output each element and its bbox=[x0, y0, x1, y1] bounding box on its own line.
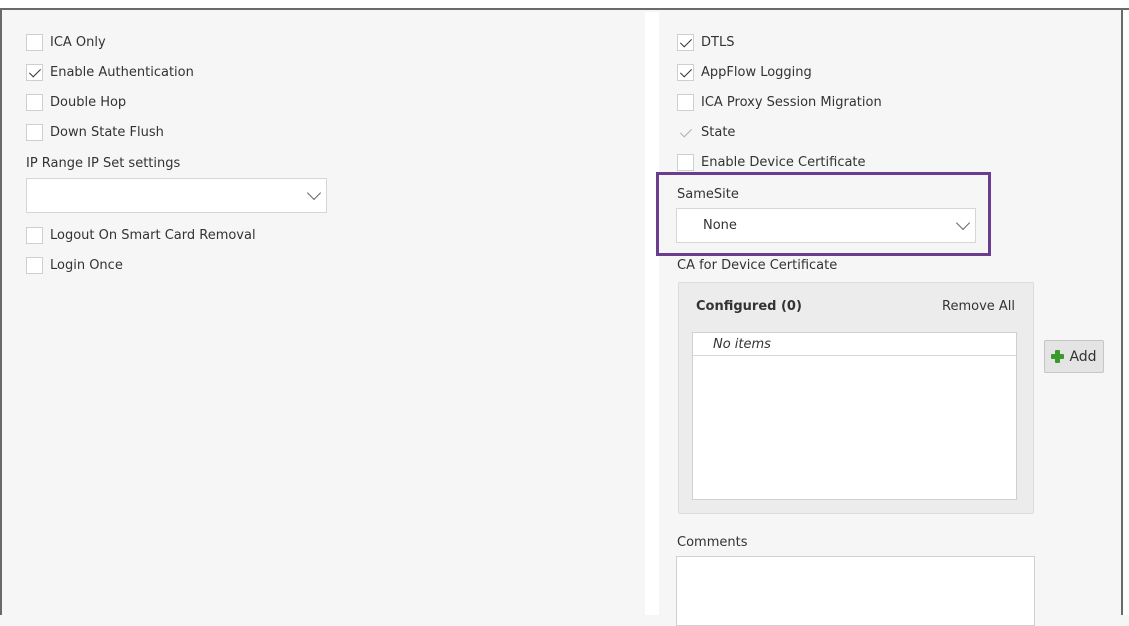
checkbox-row-logout-smart-card[interactable]: Logout On Smart Card Removal bbox=[26, 225, 256, 245]
enable-authentication-label: Enable Authentication bbox=[50, 64, 194, 80]
state-checkbox bbox=[677, 124, 694, 141]
ica-proxy-session-migration-checkbox[interactable] bbox=[677, 93, 694, 111]
down-state-flush-label: Down State Flush bbox=[50, 124, 164, 140]
comments-label: Comments bbox=[677, 535, 748, 550]
double-hop-label: Double Hop bbox=[50, 94, 127, 110]
remove-all-link[interactable]: Remove All bbox=[942, 299, 1015, 314]
ca-device-cert-label: CA for Device Certificate bbox=[677, 258, 838, 273]
checkbox-row-appflow-logging[interactable]: AppFlow Logging bbox=[677, 62, 812, 82]
login-once-label: Login Once bbox=[50, 257, 123, 273]
ica-only-checkbox[interactable] bbox=[26, 33, 43, 51]
configured-items-list[interactable]: No items bbox=[692, 332, 1017, 500]
empty-list-text: No items bbox=[713, 337, 771, 352]
add-button-label: Add bbox=[1069, 348, 1097, 365]
double-hop-checkbox[interactable] bbox=[26, 93, 43, 111]
checkbox-row-dtls[interactable]: DTLS bbox=[677, 32, 734, 52]
enable-device-certificate-checkbox[interactable] bbox=[677, 153, 694, 171]
checkbox-row-double-hop[interactable]: Double Hop bbox=[26, 92, 126, 112]
plus-icon bbox=[1051, 350, 1065, 363]
logout-smart-card-checkbox[interactable] bbox=[26, 226, 43, 244]
down-state-flush-checkbox[interactable] bbox=[26, 123, 43, 141]
checkbox-row-ica-proxy-session-migration[interactable]: ICA Proxy Session Migration bbox=[677, 92, 882, 112]
samesite-label: SameSite bbox=[677, 187, 739, 202]
enable-authentication-checkbox[interactable] bbox=[26, 63, 43, 81]
ip-range-label: IP Range IP Set settings bbox=[26, 156, 181, 171]
samesite-value: None bbox=[703, 218, 737, 233]
window-right-border bbox=[1121, 10, 1129, 615]
comments-textarea[interactable] bbox=[676, 556, 1035, 626]
configured-count-label: Configured (0) bbox=[696, 299, 802, 314]
ica-proxy-session-migration-label: ICA Proxy Session Migration bbox=[701, 94, 882, 110]
ip-range-select[interactable] bbox=[26, 178, 327, 213]
dtls-checkbox[interactable] bbox=[677, 33, 694, 51]
checkbox-row-login-once[interactable]: Login Once bbox=[26, 255, 123, 275]
samesite-select[interactable]: None bbox=[676, 208, 976, 243]
checkbox-row-down-state-flush[interactable]: Down State Flush bbox=[26, 122, 164, 142]
ica-only-label: ICA Only bbox=[50, 34, 106, 50]
enable-device-certificate-label: Enable Device Certificate bbox=[701, 154, 866, 170]
appflow-logging-checkbox[interactable] bbox=[677, 63, 694, 81]
checkbox-row-enable-authentication[interactable]: Enable Authentication bbox=[26, 62, 194, 82]
add-button[interactable]: Add bbox=[1044, 340, 1104, 373]
chevron-down-icon bbox=[306, 185, 322, 201]
checkbox-row-enable-device-certificate[interactable]: Enable Device Certificate bbox=[677, 152, 866, 172]
checkbox-row-state: State bbox=[677, 122, 735, 142]
window-top-border bbox=[0, 0, 1129, 10]
dtls-label: DTLS bbox=[701, 34, 735, 50]
appflow-logging-label: AppFlow Logging bbox=[701, 64, 812, 80]
checkbox-row-ica-only[interactable]: ICA Only bbox=[26, 32, 106, 52]
chevron-down-icon bbox=[955, 215, 971, 231]
logout-smart-card-label: Logout On Smart Card Removal bbox=[50, 227, 256, 243]
state-label: State bbox=[701, 124, 736, 140]
window-left-border bbox=[0, 10, 2, 615]
column-divider bbox=[645, 12, 659, 615]
login-once-checkbox[interactable] bbox=[26, 256, 43, 274]
